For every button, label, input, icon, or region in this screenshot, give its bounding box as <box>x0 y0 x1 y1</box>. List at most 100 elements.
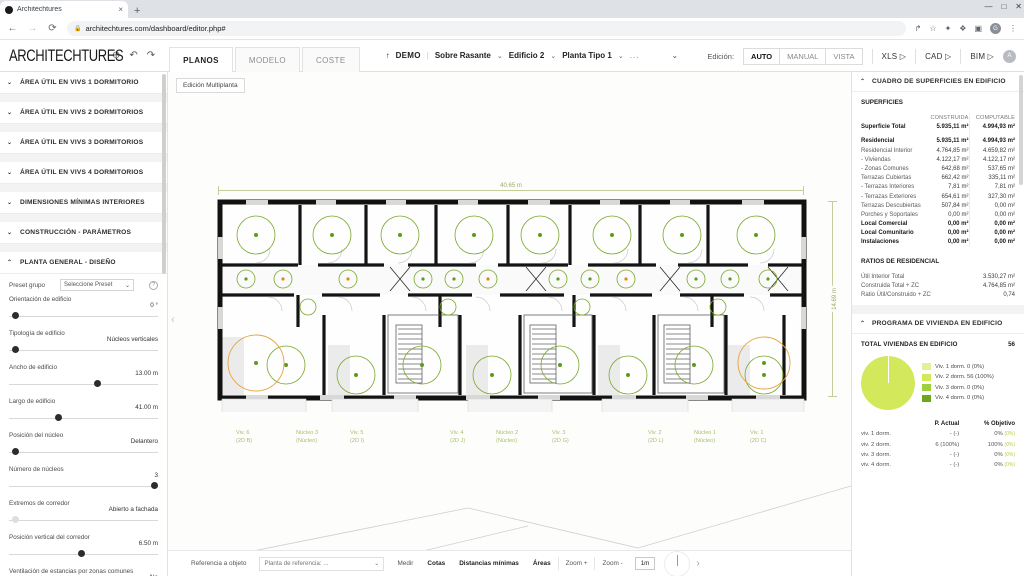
edition-mode-auto[interactable]: AUTO <box>744 49 780 64</box>
preset-select[interactable]: Seleccione Preset ⌄ <box>60 279 134 291</box>
browser-menu-icon[interactable]: ⋮ <box>1009 24 1017 33</box>
slider-knob[interactable] <box>78 550 85 557</box>
sidebar-item-area-util-4d[interactable]: ⌄ ÁREA ÚTIL EN VIVS 4 DORMITORIOS <box>0 162 167 184</box>
slider-ancho-edificio[interactable] <box>9 378 158 391</box>
multiplanta-button[interactable]: Edición Multiplanta <box>176 78 245 93</box>
sidebar-item-area-util-1d[interactable]: ⌄ ÁREA ÚTIL EN VIVS 1 DORMITORIO <box>0 72 167 94</box>
zoom-value-input[interactable]: 1m <box>635 557 656 570</box>
slider-posicion-vertical-corredor[interactable] <box>9 548 158 561</box>
plan-svg[interactable] <box>208 197 818 412</box>
legend-label: Viv. 2 dorm. 56 (100%) <box>935 374 994 380</box>
browser-tab[interactable]: Architechtures × <box>0 1 128 18</box>
table-row: Construida Total + ZC 4.764,85 m² <box>861 281 1015 290</box>
tab-modelo[interactable]: MODELO <box>235 47 300 72</box>
share-icon[interactable]: ↱ <box>915 24 922 33</box>
tool-cotas[interactable]: Cotas <box>420 560 452 567</box>
program-panel-title: PROGRAMA DE VIVIENDA EN EDIFICIO <box>872 320 1002 327</box>
slider-knob[interactable] <box>94 380 101 387</box>
breadcrumb-expand-icon[interactable]: ⌄ <box>671 51 678 60</box>
back-icon[interactable]: ← <box>7 23 18 34</box>
breadcrumb-up-icon[interactable]: ↑ <box>386 51 390 60</box>
address-bar[interactable]: 🔒 architechtures.com/dashboard/editor.ph… <box>67 21 906 36</box>
slider-largo-edificio[interactable] <box>9 412 158 425</box>
breadcrumb-more[interactable]: ... <box>630 51 640 60</box>
minimize-icon[interactable]: — <box>984 2 992 11</box>
slider-posicion-nucleo[interactable] <box>9 446 158 459</box>
slider-knob[interactable] <box>12 346 19 353</box>
slider-knob[interactable] <box>12 448 19 455</box>
legend-swatch-1d <box>922 363 931 370</box>
undo-icon[interactable]: ↶ <box>129 50 137 61</box>
slider-extremos-corredor[interactable] <box>9 514 158 527</box>
tool-medir[interactable]: Medir <box>390 560 420 567</box>
breadcrumb-floor[interactable]: Planta Tipo 1 <box>562 51 612 60</box>
table-row: - Viviendas 4.122,17 m² 4.122,17 m² <box>861 155 1015 164</box>
slider-knob[interactable] <box>12 516 19 523</box>
export-cad-button[interactable]: CAD ▷ <box>925 52 951 61</box>
tab-planos[interactable]: PLANOS <box>169 47 233 72</box>
table-header-row: CONSTRUIDA COMPUTABLE <box>861 113 1015 122</box>
edition-mode-vista[interactable]: VISTA <box>826 49 861 64</box>
help-icon[interactable]: ? <box>149 281 158 290</box>
slider-knob[interactable] <box>12 312 19 319</box>
col-header-construida: CONSTRUIDA <box>923 113 969 122</box>
tab-coste[interactable]: COSTE <box>302 47 360 72</box>
sidebar-item-construccion-parametros[interactable]: ⌄ CONSTRUCCIÓN - PARÁMETROS <box>0 222 167 244</box>
user-avatar[interactable]: A <box>1003 50 1016 63</box>
bookmark-star-icon[interactable]: ☆ <box>929 24 936 33</box>
surfaces-panel-header[interactable]: ⌃ CUADRO DE SUPERFICIES EN EDIFICIO <box>852 72 1024 92</box>
export-bim-button[interactable]: BIM ▷ <box>970 52 994 61</box>
pin-icon[interactable]: ❖ <box>959 24 966 33</box>
next-arrow-icon[interactable]: › <box>696 558 699 569</box>
unit-label: Núcleo 3(Núcleo) <box>296 429 318 446</box>
zoom-out-button[interactable]: Zoom - <box>595 560 629 567</box>
tool-distancias-minimas[interactable]: Distancias mínimas <box>452 560 526 567</box>
slider-tipologia-edificio[interactable] <box>9 344 158 357</box>
right-panel[interactable]: ⌃ CUADRO DE SUPERFICIES EN EDIFICIO SUPE… <box>851 72 1024 576</box>
table-header-row: P. Actual % Objetivo <box>861 419 1015 429</box>
chevron-down-icon[interactable]: ⌄ <box>618 52 624 60</box>
close-icon[interactable]: × <box>118 6 123 14</box>
control-posicion-nucleo: Posición del núcleo Delantero <box>9 427 158 461</box>
dimension-tick <box>803 186 804 195</box>
breadcrumb-level[interactable]: Sobre Rasante <box>435 51 491 60</box>
zoom-in-button[interactable]: Zoom + <box>559 560 595 567</box>
slider-orientacion-edificio[interactable] <box>9 310 158 323</box>
breadcrumb-building[interactable]: Edificio 2 <box>509 51 545 60</box>
reference-plan-select[interactable]: Planta de referencia: ... ⌄ <box>259 557 384 571</box>
sidebar-item-planta-general-diseno[interactable]: ⌃ PLANTA GENERAL - DISEÑO <box>0 252 167 274</box>
breadcrumb-project[interactable]: DEMO <box>396 51 421 60</box>
tool-areas[interactable]: Áreas <box>526 560 558 567</box>
close-window-icon[interactable]: ✕ <box>1015 2 1022 11</box>
edition-mode-manual[interactable]: MANUAL <box>780 49 826 64</box>
extensions-icon[interactable]: ✦ <box>945 24 952 33</box>
collapse-sidebar-icon[interactable]: ‹ <box>171 314 175 326</box>
plan-canvas[interactable]: Edición Multiplanta ‹ 40.65 m 14.69 m <box>168 72 851 576</box>
chevron-down-icon: ⌄ <box>7 229 14 236</box>
maximize-icon[interactable]: □ <box>1001 2 1006 11</box>
sidebar-item-area-util-3d[interactable]: ⌄ ÁREA ÚTIL EN VIVS 3 DORMITORIOS <box>0 132 167 154</box>
slider-knob[interactable] <box>55 414 62 421</box>
left-sidebar[interactable]: ⌄ ÁREA ÚTIL EN VIVS 1 DORMITORIO ⌄ ÁREA … <box>0 72 168 576</box>
profile-avatar[interactable]: G <box>990 23 1001 34</box>
floor-plan-drawing[interactable]: 40.65 m 14.69 m <box>208 197 818 427</box>
divider <box>872 49 873 64</box>
edition-mode-group: AUTO MANUAL VISTA <box>743 48 863 65</box>
redo-icon[interactable]: ↷ <box>147 50 155 61</box>
zoom-dial[interactable] <box>664 551 690 576</box>
object-reference-label[interactable]: Referencia a objeto <box>184 560 253 567</box>
cast-icon[interactable]: ▣ <box>974 24 982 33</box>
new-tab-button[interactable]: + <box>134 6 140 18</box>
sidebar-scrollbar[interactable] <box>162 74 166 274</box>
slider-numero-nucleos[interactable] <box>9 480 158 493</box>
slider-knob[interactable] <box>151 482 158 489</box>
reload-icon[interactable]: ⟳ <box>47 23 58 34</box>
chevron-down-icon[interactable]: ⌄ <box>497 52 503 60</box>
sidebar-item-dimensiones-minimas[interactable]: ⌄ DIMENSIONES MÍNIMAS INTERIORES <box>0 192 167 214</box>
export-xls-button[interactable]: XLS ▷ <box>882 52 907 61</box>
right-panel-scrollbar[interactable] <box>1019 75 1023 185</box>
chevron-down-icon[interactable]: ⌄ <box>550 52 556 60</box>
program-panel-header[interactable]: ⌃ PROGRAMA DE VIVIENDA EN EDIFICIO <box>852 314 1024 334</box>
table-row: viv. 2 dorm. 6 (100%) 100% (0%) <box>861 439 1015 449</box>
sidebar-item-area-util-2d[interactable]: ⌄ ÁREA ÚTIL EN VIVS 2 DORMITORIOS <box>0 102 167 124</box>
